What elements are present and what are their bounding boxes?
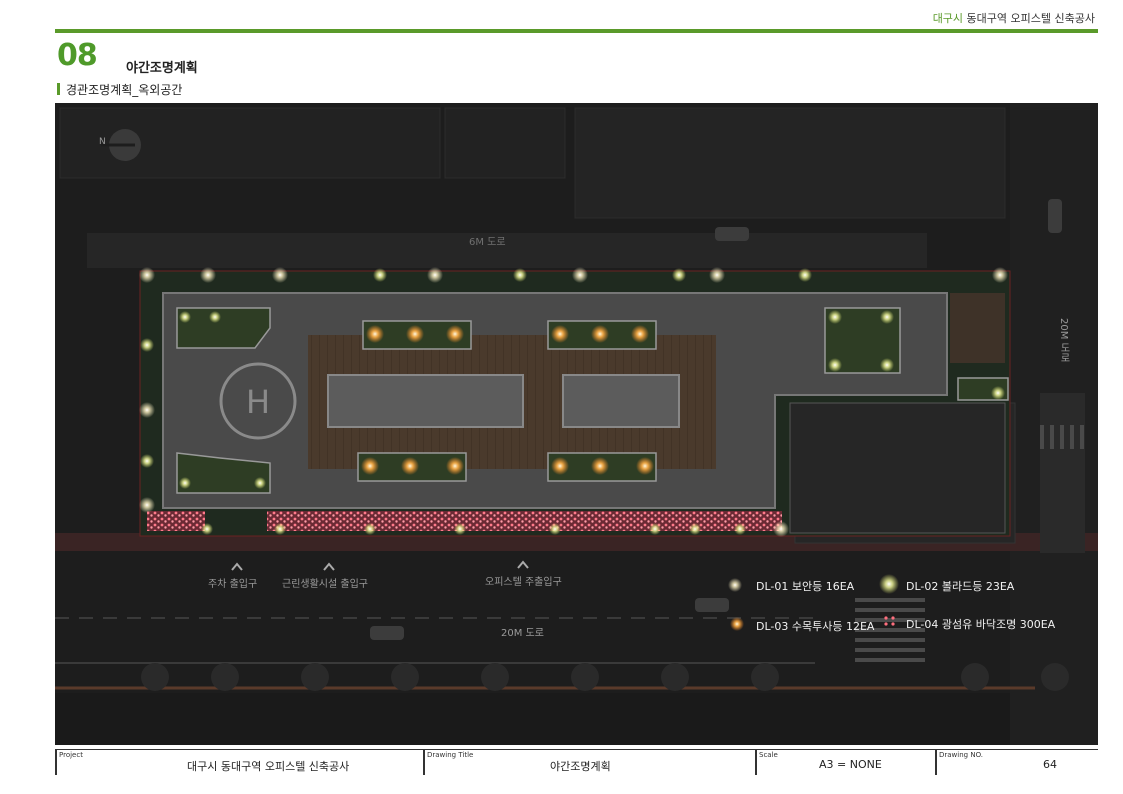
entrance-label-officetel: 오피스텔 주출입구: [485, 577, 562, 588]
footer-drawing-no-key: Drawing NO.: [939, 751, 984, 759]
legend-item-dl02: DL-02 볼라드등 23EA: [906, 580, 1015, 593]
footer-drawing-no-cell: Drawing NO. 64: [935, 749, 1098, 775]
footer-project-key: Project: [59, 751, 83, 759]
night-lighting-plan: H N 6M 도로 20M 도로 20M 도로 주차 출입구 근린생활시설 출입…: [55, 103, 1098, 745]
road-label-bottom: 20M 도로: [501, 628, 544, 639]
entrance-label-retail: 근린생활시설 출입구: [282, 579, 368, 590]
footer-project-value: 대구시 동대구역 오피스텔 신축공사: [187, 760, 350, 773]
site-plan-drawing: H: [55, 103, 1098, 745]
footer-drawing-title-key: Drawing Title: [427, 751, 474, 759]
footer-drawing-no-value: 64: [1043, 758, 1057, 771]
entrance-label-parking: 주차 출입구: [208, 579, 258, 590]
road-label-top: 6M 도로: [469, 237, 506, 248]
footer-scale-key: Scale: [759, 751, 778, 759]
section-title: 야간조명계획: [126, 61, 198, 76]
header-project-title: 동대구역 오피스텔 신축공사: [963, 12, 1095, 25]
footer-project-cell: Project 대구시 동대구역 오피스텔 신축공사: [55, 749, 423, 775]
footer-drawing-title-value: 야간조명계획: [550, 760, 611, 773]
drawing-title-block: Project 대구시 동대구역 오피스텔 신축공사 Drawing Title…: [55, 749, 1098, 789]
section-number: 08: [57, 38, 98, 73]
site-lot: H: [139, 270, 1011, 537]
subtitle: 경관조명계획_옥외공간: [66, 83, 183, 97]
north-label: N: [99, 137, 106, 147]
footer-scale-cell: Scale A3 = NONE: [755, 749, 935, 775]
helipad-letter: H: [246, 383, 270, 421]
subtitle-marker: [57, 83, 60, 95]
header-project-name: 대구시 동대구역 오피스텔 신축공사: [933, 10, 1095, 26]
legend-item-dl04: DL-04 광섬유 바닥조명 300EA: [906, 618, 1056, 631]
header-project-city: 대구시: [932, 12, 964, 25]
header-rule: [55, 29, 1098, 33]
legend-item-dl03: DL-03 수목투사등 12EA: [756, 620, 875, 633]
footer-drawing-title-cell: Drawing Title 야간조명계획: [423, 749, 755, 775]
legend-item-dl01: DL-01 보안등 16EA: [756, 580, 855, 593]
footer-scale-value: A3 = NONE: [819, 758, 882, 771]
road-label-right: 20M 도로: [1058, 318, 1069, 363]
